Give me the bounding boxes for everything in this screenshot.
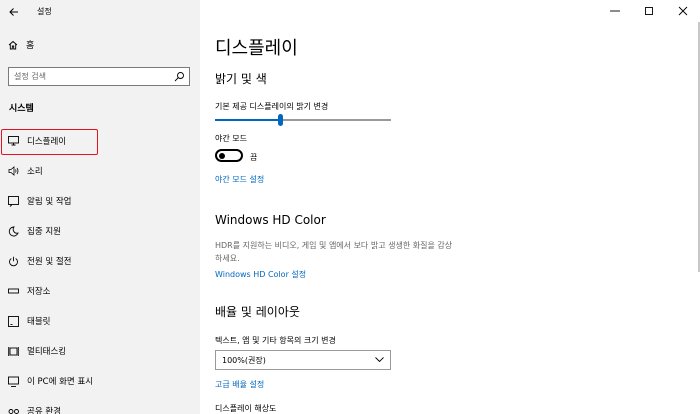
close-icon [678, 6, 688, 16]
back-button[interactable] [4, 2, 24, 22]
slider-thumb[interactable] [278, 114, 284, 126]
maximize-icon [645, 7, 653, 15]
share-icon [8, 406, 19, 414]
brightness-color-heading: 밝기 및 색 [215, 72, 267, 86]
sidebar-item-power-sleep[interactable]: 전원 및 절전 [0, 246, 200, 276]
scale-value: 100%(권장) [222, 355, 266, 365]
hd-color-description-line2: 하세요. [215, 254, 240, 263]
home-link[interactable]: 홈 [8, 38, 34, 51]
home-label: 홈 [26, 41, 35, 51]
section-label-system: 시스템 [9, 104, 34, 114]
home-icon [8, 40, 18, 49]
sidebar-item-label: 이 PC에 화면 표시 [27, 377, 94, 387]
moon-icon [8, 226, 19, 237]
search-box[interactable] [8, 67, 190, 86]
brightness-slider[interactable] [215, 114, 391, 126]
slider-fill [215, 119, 281, 121]
vertical-scrollbar[interactable] [696, 22, 700, 414]
hd-color-settings-link[interactable]: Windows HD Color 설정 [215, 269, 306, 280]
sidebar: 설정 홈 시스템 디스플레이 소리 알림 및 작업 집중 지원 전원 및 절전 [0, 0, 200, 414]
project-icon [8, 376, 19, 387]
scale-label: 텍스트, 앱 및 기타 항목의 크기 변경 [215, 336, 336, 345]
toggle-knob [219, 152, 225, 159]
search-input[interactable] [9, 72, 169, 81]
tablet-icon [8, 315, 19, 327]
hd-color-description: HDR를 지원하는 비디오, 게임 및 앱에서 보다 밝고 생생한 화질을 감상… [215, 239, 515, 265]
sidebar-item-display[interactable]: 디스플레이 [0, 126, 200, 156]
sidebar-item-label: 집중 지원 [27, 227, 61, 237]
brightness-label: 기본 제공 디스플레이의 밝기 변경 [215, 102, 329, 111]
power-icon [8, 256, 19, 267]
search-icon[interactable] [174, 71, 185, 82]
scale-select[interactable]: 100%(권장) [215, 350, 391, 370]
sidebar-item-label: 소리 [27, 167, 43, 177]
window-controls [598, 0, 700, 22]
sidebar-item-project-to-pc[interactable]: 이 PC에 화면 표시 [0, 366, 200, 396]
hd-color-heading: Windows HD Color [215, 213, 326, 227]
night-light-label: 야간 모드 [215, 134, 247, 143]
back-arrow-icon [9, 8, 18, 16]
sidebar-item-label: 태블릿 [27, 317, 51, 327]
close-button[interactable] [666, 0, 700, 22]
resolution-label: 디스플레이 해상도 [215, 404, 277, 413]
sidebar-item-label: 알림 및 작업 [27, 197, 72, 207]
minimize-button[interactable] [598, 0, 632, 22]
main-content: 디스플레이 밝기 및 색 기본 제공 디스플레이의 밝기 변경 야간 모드 끔 … [200, 0, 700, 414]
maximize-button[interactable] [632, 0, 666, 22]
chevron-down-icon [375, 357, 384, 363]
speaker-icon [8, 166, 19, 177]
sidebar-nav: 디스플레이 소리 알림 및 작업 집중 지원 전원 및 절전 저장소 태블릿 멀… [0, 126, 200, 414]
multitask-icon [8, 346, 19, 357]
sidebar-item-focus-assist[interactable]: 집중 지원 [0, 216, 200, 246]
monitor-icon [8, 136, 19, 147]
notification-icon [8, 195, 19, 207]
app-title: 설정 [37, 7, 52, 16]
minimize-icon [610, 10, 620, 12]
scale-layout-heading: 배율 및 레이아웃 [215, 305, 300, 319]
sidebar-item-sound[interactable]: 소리 [0, 156, 200, 186]
page-title: 디스플레이 [215, 38, 298, 59]
night-light-state: 끔 [250, 153, 258, 162]
hd-color-description-line1: HDR를 지원하는 비디오, 게임 및 앱에서 보다 밝고 생생한 화질을 감상 [215, 241, 453, 250]
sidebar-item-multitasking[interactable]: 멀티태스킹 [0, 336, 200, 366]
sidebar-item-tablet[interactable]: 태블릿 [0, 306, 200, 336]
sidebar-item-storage[interactable]: 저장소 [0, 276, 200, 306]
night-light-settings-link[interactable]: 야간 모드 설정 [215, 174, 264, 185]
sidebar-item-shared-experiences[interactable]: 공유 환경 [0, 396, 200, 414]
sidebar-item-label: 멀티태스킹 [27, 347, 67, 357]
sidebar-item-label: 디스플레이 [27, 137, 67, 147]
sidebar-item-label: 공유 환경 [27, 407, 61, 414]
sidebar-item-label: 저장소 [27, 287, 51, 297]
sidebar-item-label: 전원 및 절전 [27, 257, 72, 267]
storage-icon [8, 286, 19, 297]
night-light-toggle[interactable] [215, 149, 243, 162]
sidebar-item-notifications[interactable]: 알림 및 작업 [0, 186, 200, 216]
advanced-scaling-link[interactable]: 고급 배율 설정 [215, 379, 264, 390]
